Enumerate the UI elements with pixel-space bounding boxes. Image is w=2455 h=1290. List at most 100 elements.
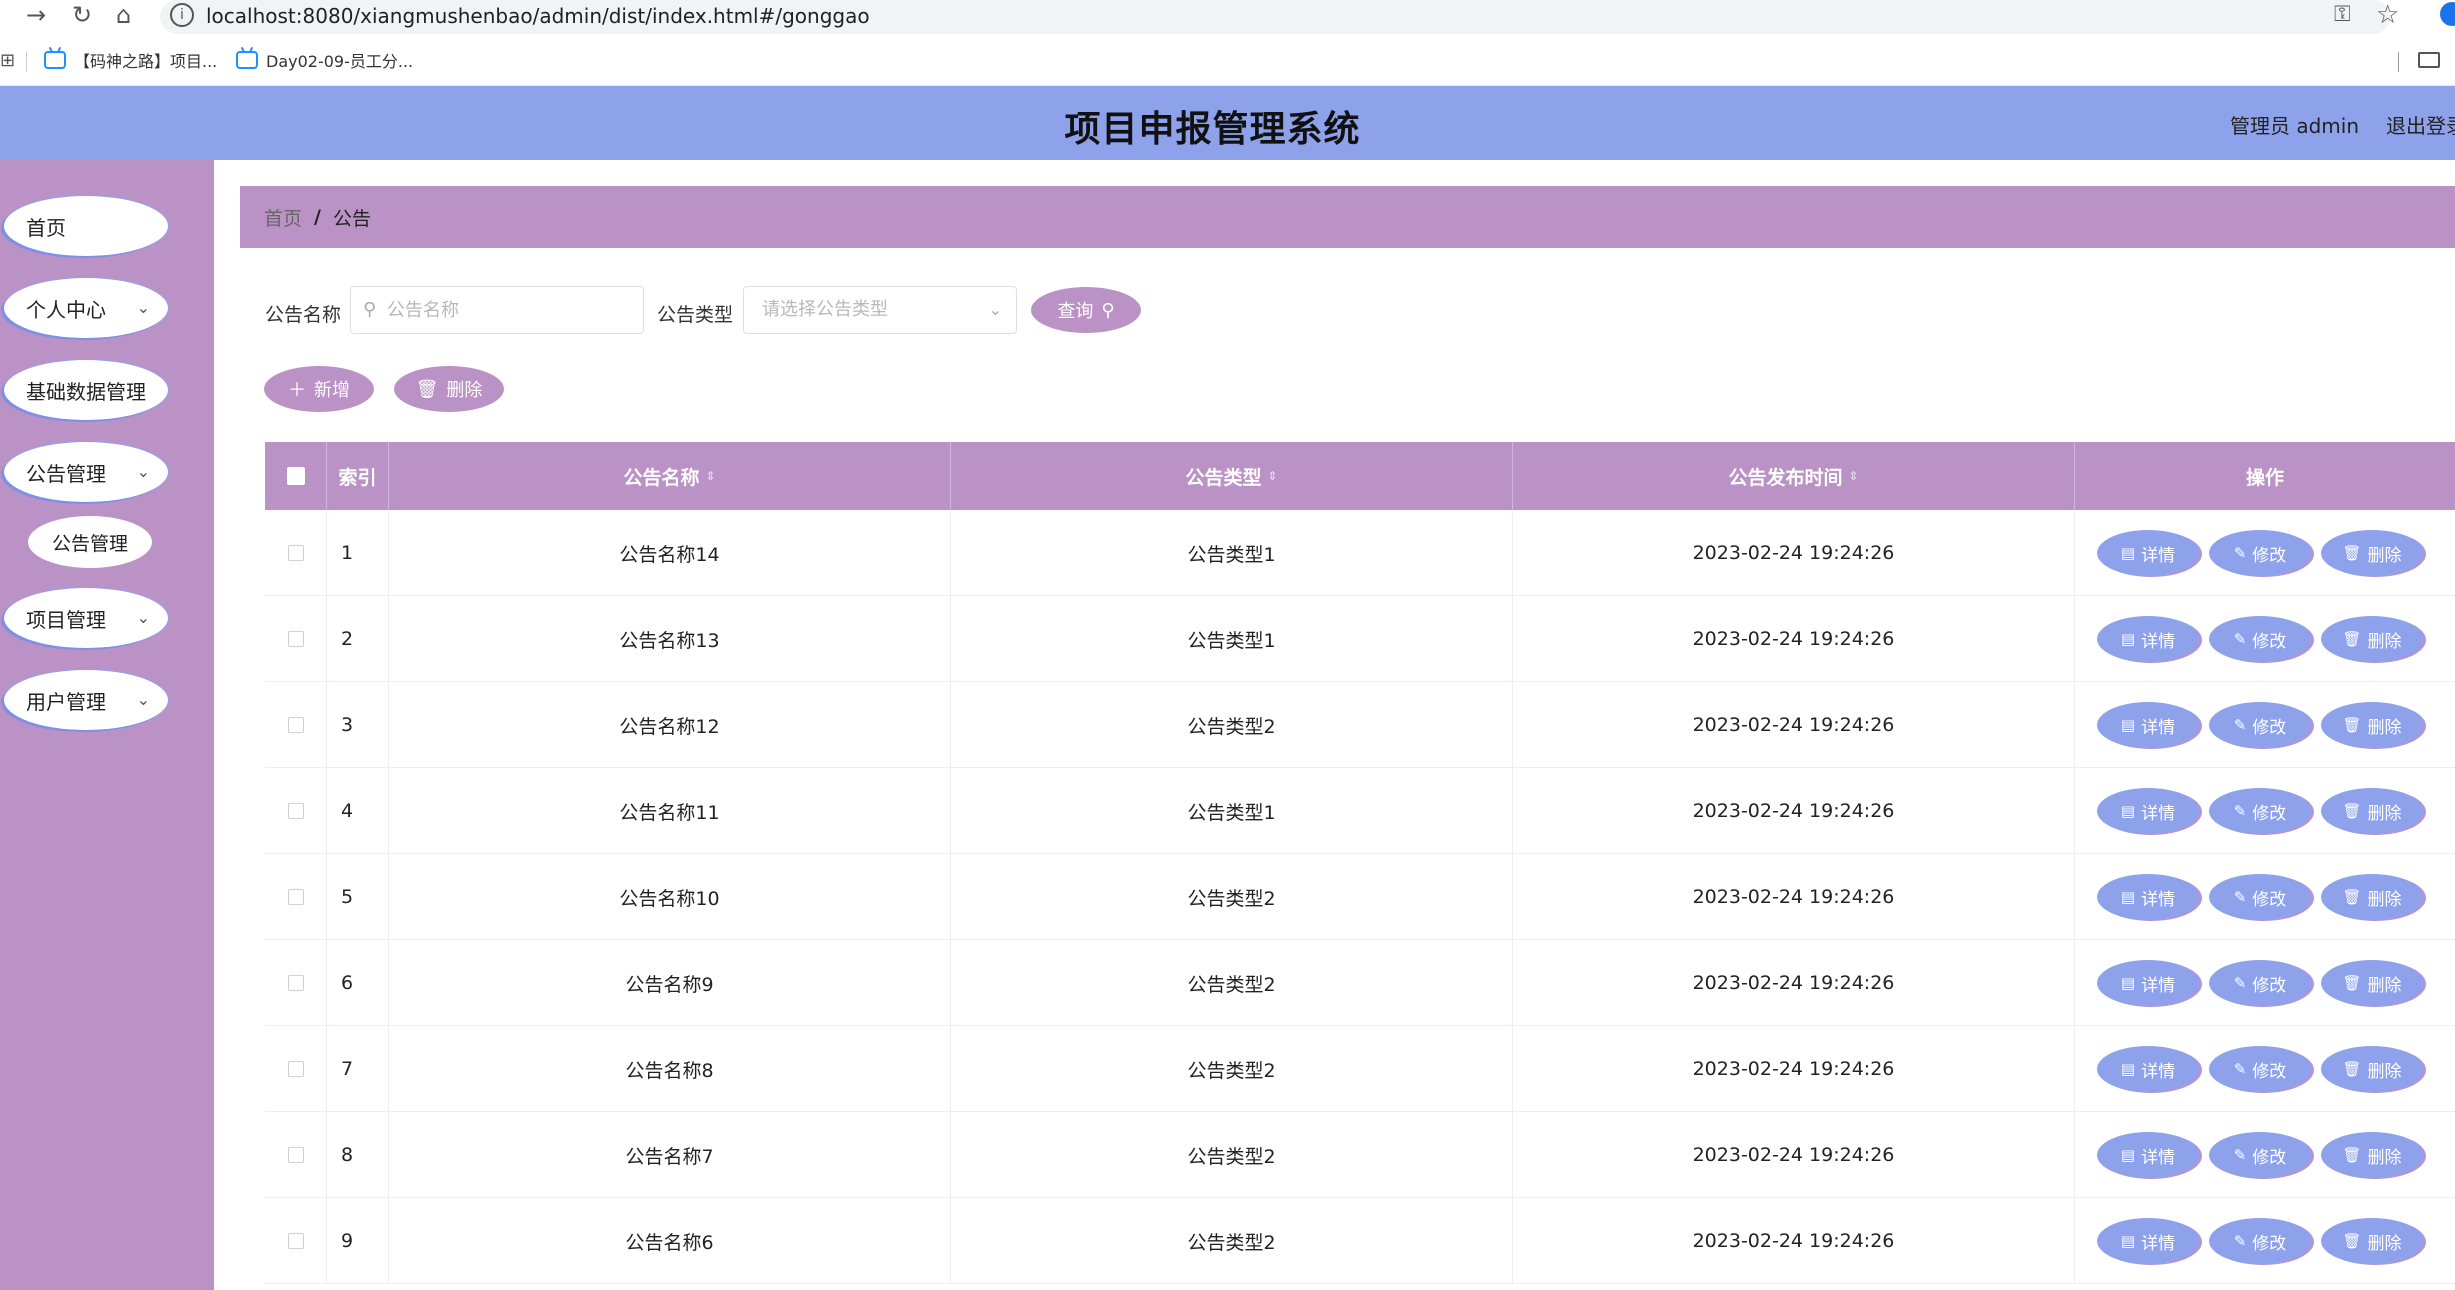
detail-button[interactable]: ▤ 详情 — [2097, 530, 2199, 576]
detail-button[interactable]: ▤ 详情 — [2097, 1218, 2199, 1264]
edit-button[interactable]: ✎ 修改 — [2209, 616, 2311, 662]
sidebar-subitem-announcements[interactable]: 公告管理 — [28, 516, 152, 568]
row-checkbox[interactable] — [287, 631, 304, 647]
detail-button[interactable]: ▤ 详情 — [2097, 960, 2199, 1006]
name-cell: 公告名称13 — [389, 596, 951, 682]
delete-button-label: 删除 — [2367, 1061, 2402, 1082]
type-cell: 公告类型2 — [951, 1198, 1513, 1284]
edit-button[interactable]: ✎ 修改 — [2209, 530, 2311, 576]
column-header-time[interactable]: 公告发布时间 ⇕ — [1513, 442, 2075, 510]
actions-cell: ▤ 详情 ✎ 修改 🗑 删除 — [2075, 1198, 2455, 1284]
sidebar-item-profile[interactable]: 个人中心 ⌄ — [4, 278, 168, 338]
edit-button[interactable]: ✎ 修改 — [2209, 1046, 2311, 1092]
row-select-cell — [265, 682, 327, 768]
edit-button[interactable]: ✎ 修改 — [2209, 960, 2311, 1006]
time-value: 2023-02-24 19:24:26 — [1692, 972, 1895, 994]
index-cell: 8 — [327, 1112, 389, 1198]
row-delete-button[interactable]: 🗑 删除 — [2321, 874, 2423, 920]
name-cell: 公告名称12 — [389, 682, 951, 768]
type-cell: 公告类型1 — [951, 768, 1513, 854]
home-icon[interactable]: ⌂ — [116, 1, 131, 29]
row-checkbox[interactable] — [287, 545, 304, 561]
column-header-label: 操作 — [2245, 466, 2284, 489]
edit-button[interactable]: ✎ 修改 — [2209, 1132, 2311, 1178]
edit-button[interactable]: ✎ 修改 — [2209, 788, 2311, 834]
folder-icon[interactable] — [2418, 52, 2440, 68]
query-button[interactable]: 查询 ⚲ — [1031, 287, 1141, 333]
bookmark-item[interactable]: Day02-09-员工分... — [236, 48, 413, 72]
url-text[interactable]: localhost:8080/xiangmushenbao/admin/dist… — [206, 2, 870, 30]
document-icon: ▤ — [2120, 1232, 2136, 1250]
row-delete-button[interactable]: 🗑 删除 — [2321, 1132, 2423, 1178]
index-value: 9 — [341, 1230, 354, 1252]
time-cell: 2023-02-24 19:24:26 — [1513, 510, 2075, 596]
sidebar-item-announcements[interactable]: 公告管理 ⌄ — [4, 442, 168, 502]
row-checkbox[interactable] — [287, 889, 304, 905]
detail-button-label: 详情 — [2141, 631, 2176, 652]
add-button[interactable]: ＋ 新增 — [264, 366, 374, 412]
edit-button[interactable]: ✎ 修改 — [2209, 874, 2311, 920]
detail-button[interactable]: ▤ 详情 — [2097, 702, 2199, 748]
edit-button[interactable]: ✎ 修改 — [2209, 702, 2311, 748]
sidebar-item-users[interactable]: 用户管理 ⌄ — [4, 670, 168, 730]
forward-icon[interactable]: → — [26, 1, 46, 29]
sidebar-item-home[interactable]: 首页 — [4, 196, 168, 256]
sort-icon[interactable]: ⇕ — [705, 470, 715, 482]
sidebar-item-base-data[interactable]: 基础数据管理 — [4, 360, 168, 420]
row-delete-button[interactable]: 🗑 删除 — [2321, 960, 2423, 1006]
row-checkbox[interactable] — [287, 1233, 304, 1249]
name-search-input[interactable] — [387, 287, 637, 333]
row-checkbox[interactable] — [287, 803, 304, 819]
row-checkbox[interactable] — [287, 717, 304, 733]
name-cell: 公告名称9 — [389, 940, 951, 1026]
row-delete-button[interactable]: 🗑 删除 — [2321, 530, 2423, 576]
reload-icon[interactable]: ↻ — [72, 1, 92, 29]
table-row: 4 公告名称11 公告类型1 2023-02-24 19:24:26 ▤ 详情 ✎ 修改 🗑 删除 — [265, 768, 2455, 854]
edit-button-label: 修改 — [2252, 889, 2287, 910]
row-checkbox[interactable] — [287, 975, 304, 991]
name-value: 公告名称9 — [625, 973, 714, 996]
row-checkbox[interactable] — [287, 1147, 304, 1163]
password-key-icon[interactable]: ⚿ — [2334, 2, 2351, 27]
index-cell: 2 — [327, 596, 389, 682]
name-value: 公告名称10 — [619, 887, 720, 910]
row-checkbox[interactable] — [287, 1061, 304, 1077]
apps-grid-icon[interactable]: ⊞ — [0, 50, 15, 71]
detail-button[interactable]: ▤ 详情 — [2097, 788, 2199, 834]
table-row: 6 公告名称9 公告类型2 2023-02-24 19:24:26 ▤ 详情 ✎ 修改 🗑 删除 — [265, 940, 2455, 1026]
row-delete-button[interactable]: 🗑 删除 — [2321, 788, 2423, 834]
detail-button[interactable]: ▤ 详情 — [2097, 874, 2199, 920]
row-delete-button[interactable]: 🗑 删除 — [2321, 1046, 2423, 1092]
select-all-checkbox[interactable] — [286, 467, 305, 485]
detail-button[interactable]: ▤ 详情 — [2097, 1132, 2199, 1178]
column-header-name[interactable]: 公告名称 ⇕ — [389, 442, 951, 510]
logout-link[interactable]: 退出登录 — [2386, 110, 2455, 139]
row-delete-button[interactable]: 🗑 删除 — [2321, 616, 2423, 662]
type-select[interactable]: 请选择公告类型 ⌄ — [743, 286, 1017, 334]
site-info-icon[interactable]: i — [170, 3, 194, 27]
pencil-icon: ✎ — [2233, 544, 2247, 562]
bookmark-item[interactable]: 【码神之路】项目... — [44, 48, 217, 72]
edit-button-label: 修改 — [2252, 1061, 2287, 1082]
bookmark-star-icon[interactable]: ☆ — [2376, 0, 2399, 30]
sort-icon[interactable]: ⇕ — [1848, 470, 1858, 482]
detail-button[interactable]: ▤ 详情 — [2097, 1046, 2199, 1092]
profile-avatar-icon[interactable] — [2440, 2, 2455, 26]
row-delete-button[interactable]: 🗑 删除 — [2321, 702, 2423, 748]
sidebar-item-projects[interactable]: 项目管理 ⌄ — [4, 588, 168, 648]
detail-button[interactable]: ▤ 详情 — [2097, 616, 2199, 662]
breadcrumb-home[interactable]: 首页 — [264, 204, 302, 231]
chevron-down-icon: ⌄ — [136, 690, 150, 709]
trash-icon: 🗑 — [2342, 1146, 2362, 1164]
table-row: 8 公告名称7 公告类型2 2023-02-24 19:24:26 ▤ 详情 ✎ 修改 🗑 删除 — [265, 1112, 2455, 1198]
name-search-field[interactable]: ⚲ — [350, 286, 644, 334]
row-delete-button[interactable]: 🗑 删除 — [2321, 1218, 2423, 1264]
name-field-label: 公告名称 — [265, 304, 342, 326]
batch-delete-button[interactable]: 🗑 删除 — [394, 366, 504, 412]
type-select-placeholder: 请选择公告类型 — [762, 299, 888, 320]
edit-button[interactable]: ✎ 修改 — [2209, 1218, 2311, 1264]
column-header-type[interactable]: 公告类型 ⇕ — [951, 442, 1513, 510]
pencil-icon: ✎ — [2233, 1232, 2247, 1250]
breadcrumb: 首页 / 公告 — [240, 186, 2455, 248]
sort-icon[interactable]: ⇕ — [1267, 470, 1277, 482]
